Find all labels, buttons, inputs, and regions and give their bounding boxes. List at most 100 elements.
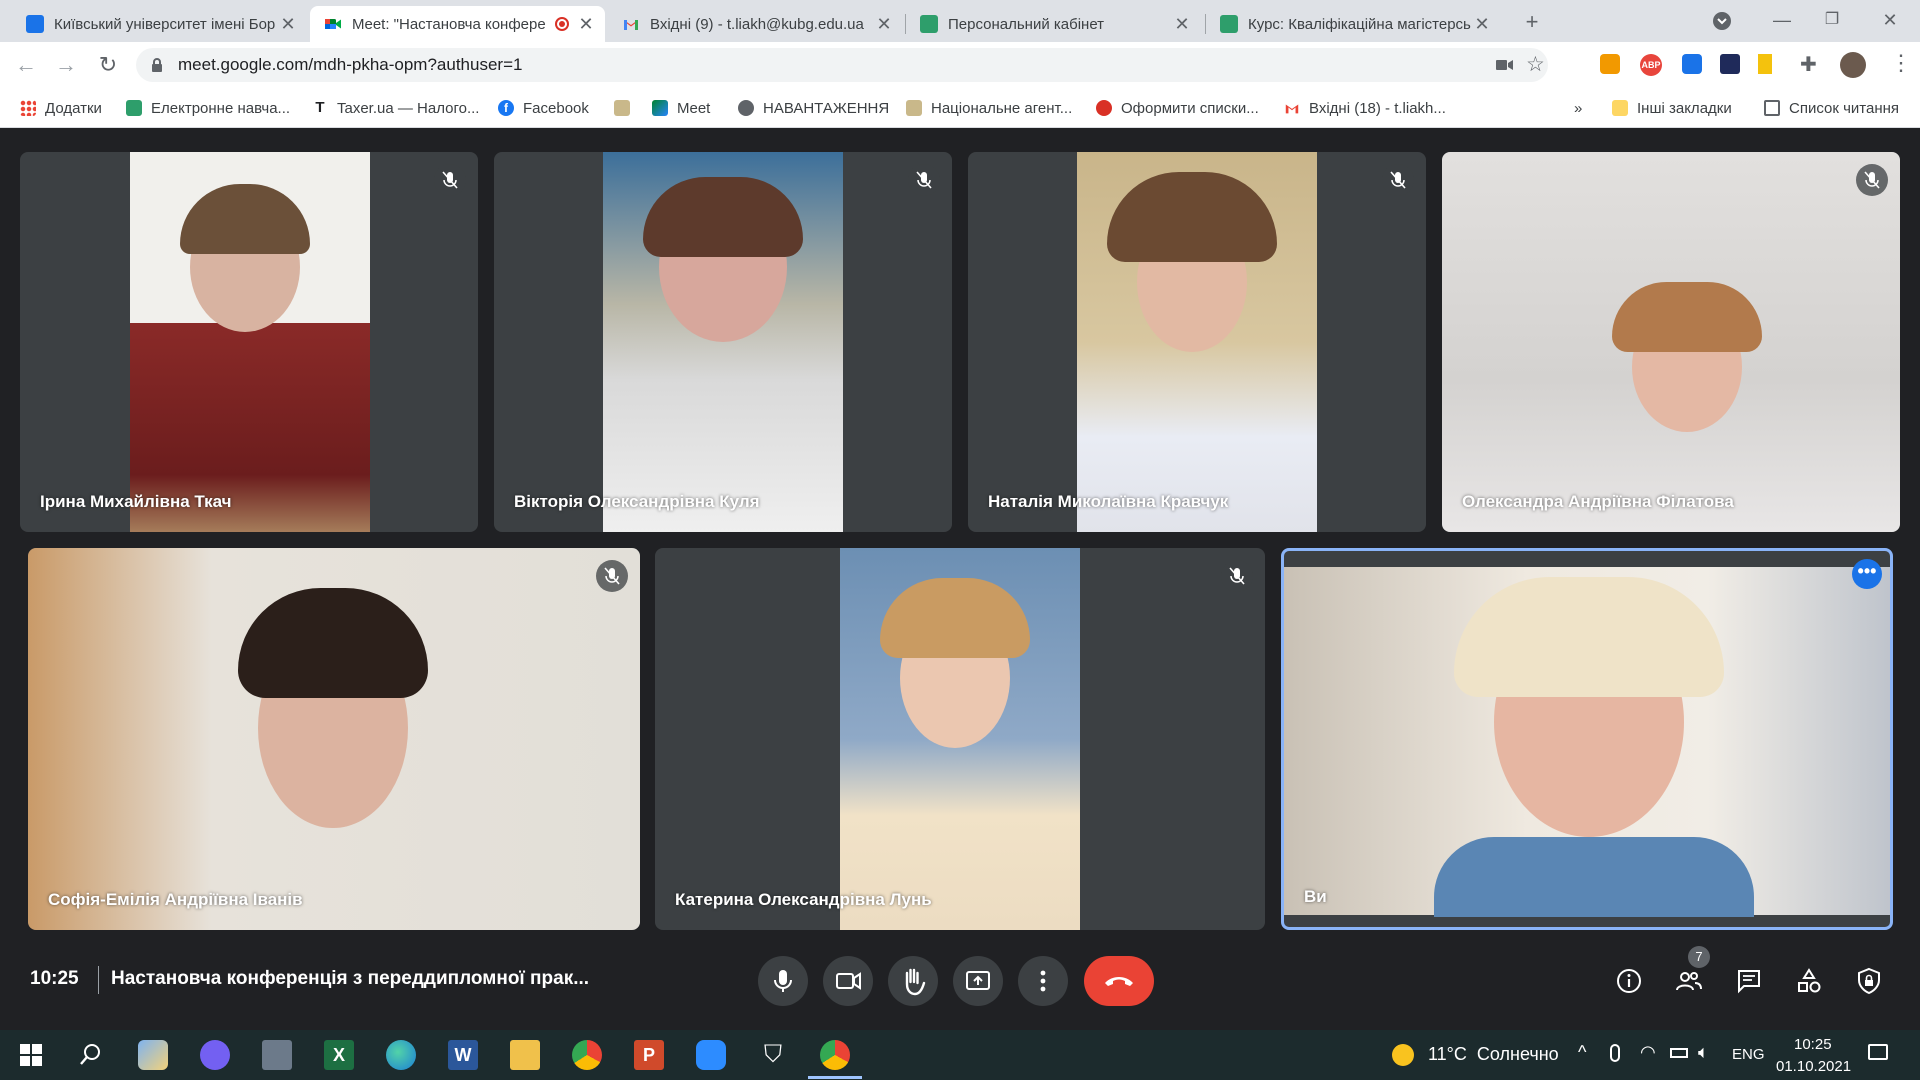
bookmark-gmail[interactable]: Вхідні (18) - t.liakh... bbox=[1284, 96, 1446, 120]
close-icon[interactable]: ✕ bbox=[1171, 14, 1193, 35]
tab-title: Київський університет імені Бор bbox=[54, 15, 276, 33]
extension-bookmark-icon[interactable] bbox=[1758, 54, 1772, 74]
more-options-icon[interactable]: ••• bbox=[1852, 559, 1882, 589]
extension-shield-icon[interactable] bbox=[1682, 54, 1702, 74]
raise-hand-button[interactable] bbox=[888, 956, 938, 1006]
clock-time[interactable]: 10:25 bbox=[1794, 1036, 1832, 1053]
meeting-time: 10:25 bbox=[30, 968, 79, 989]
star-icon[interactable]: ☆ bbox=[1526, 52, 1545, 77]
chat-button[interactable] bbox=[1734, 966, 1764, 996]
battery-icon[interactable] bbox=[1670, 1048, 1688, 1058]
leave-call-button[interactable] bbox=[1084, 956, 1154, 1006]
more-vert-icon[interactable]: ⋮ bbox=[1890, 50, 1912, 76]
microphone-tray-icon[interactable] bbox=[1610, 1044, 1620, 1062]
close-icon[interactable]: ✕ bbox=[575, 14, 597, 35]
close-icon[interactable]: ✕ bbox=[873, 14, 895, 35]
overflow-chevron: » bbox=[1574, 99, 1583, 117]
mic-button[interactable] bbox=[758, 956, 808, 1006]
tab-title: Персональний кабінет bbox=[948, 15, 1105, 33]
edge-icon[interactable] bbox=[386, 1040, 416, 1070]
tab-search-icon[interactable] bbox=[1710, 10, 1734, 34]
bookmark-other[interactable]: Інші закладки bbox=[1612, 96, 1732, 120]
address-bar[interactable]: meet.google.com/mdh-pkha-opm?authuser=1 … bbox=[136, 48, 1548, 82]
meeting-details-button[interactable] bbox=[1614, 966, 1644, 996]
camera-icon[interactable] bbox=[1496, 58, 1514, 77]
participant-tile[interactable]: Вікторія Олександрівна Куля bbox=[494, 152, 952, 532]
clock-date[interactable]: 01.10.2021 bbox=[1776, 1058, 1851, 1075]
bookmark-label: Вхідні (18) - t.liakh... bbox=[1309, 99, 1446, 117]
mic-icon bbox=[774, 970, 792, 992]
participant-tile[interactable]: Софія-Емілія Андріївна Іванів bbox=[28, 548, 640, 930]
bookmark-facebook[interactable]: f Facebook bbox=[498, 96, 589, 120]
participant-tile[interactable]: Катерина Олександрівна Лунь bbox=[655, 548, 1265, 930]
zoom-icon[interactable] bbox=[696, 1040, 726, 1070]
participant-tile[interactable]: Наталія Миколаївна Кравчук bbox=[968, 152, 1426, 532]
participant-tile[interactable]: Ірина Михайлівна Ткач bbox=[20, 152, 478, 532]
chevron-up-icon[interactable]: ^ bbox=[1578, 1042, 1586, 1063]
chrome-active-icon[interactable] bbox=[820, 1040, 850, 1070]
tab-cabinet[interactable]: Персональний кабінет ✕ bbox=[906, 6, 1201, 42]
file-explorer-icon[interactable] bbox=[510, 1040, 540, 1070]
new-tab-icon[interactable]: + bbox=[1520, 10, 1544, 34]
word-icon[interactable]: W bbox=[448, 1040, 478, 1070]
bookmark-taxer[interactable]: T Taxer.ua — Налого... bbox=[312, 96, 479, 120]
wifi-icon[interactable]: ◠ bbox=[1640, 1042, 1656, 1063]
chrome-icon[interactable] bbox=[572, 1040, 602, 1070]
back-icon[interactable]: ← bbox=[14, 53, 38, 77]
adblock-icon[interactable]: ABP bbox=[1640, 54, 1662, 76]
present-button[interactable] bbox=[953, 956, 1003, 1006]
windows-start-icon[interactable] bbox=[16, 1040, 46, 1070]
activities-button[interactable] bbox=[1794, 966, 1824, 996]
participant-video bbox=[28, 548, 640, 930]
meet-icon bbox=[652, 100, 668, 116]
viber-icon[interactable] bbox=[200, 1040, 230, 1070]
search-icon[interactable] bbox=[76, 1040, 106, 1070]
bookmark-elearning[interactable]: Електронне навча... bbox=[126, 96, 290, 120]
bookmarks-overflow[interactable]: » bbox=[1574, 96, 1582, 120]
tab-kubg[interactable]: Київський університет імені Бор ✕ bbox=[12, 6, 307, 42]
language-indicator[interactable]: ENG bbox=[1732, 1046, 1765, 1063]
bookmark-meet[interactable]: Meet bbox=[652, 96, 710, 120]
weather-text[interactable]: 11°C Солнечно bbox=[1428, 1044, 1559, 1065]
more-options-button[interactable] bbox=[1018, 956, 1068, 1006]
site-favicon-icon bbox=[1096, 100, 1112, 116]
avatar[interactable] bbox=[1840, 52, 1866, 78]
minimize-icon[interactable]: — bbox=[1770, 8, 1794, 32]
participant-video bbox=[1077, 152, 1317, 532]
excel-icon[interactable]: X bbox=[324, 1040, 354, 1070]
bookmark-lists[interactable]: Оформити списки... bbox=[1096, 96, 1259, 120]
host-controls-button[interactable] bbox=[1854, 966, 1884, 996]
close-icon[interactable]: ✕ bbox=[277, 14, 299, 35]
extension-key-icon[interactable] bbox=[1600, 54, 1620, 74]
bookmark-workload[interactable]: НАВАНТАЖЕННЯ bbox=[738, 96, 889, 120]
camera-button[interactable] bbox=[823, 956, 873, 1006]
bookmark-national-agency[interactable]: Національне агент... bbox=[906, 96, 1072, 120]
close-window-icon[interactable]: ✕ bbox=[1878, 8, 1902, 32]
hand-icon bbox=[905, 968, 926, 996]
mic-off-icon bbox=[1382, 164, 1414, 196]
tab-meet[interactable]: Meet: "Настановча конфере ✕ bbox=[310, 6, 605, 42]
reload-icon[interactable]: ↻ bbox=[96, 53, 120, 77]
extensions-puzzle-icon[interactable]: ✚ bbox=[1800, 52, 1817, 77]
powerpoint-icon[interactable]: P bbox=[634, 1040, 664, 1070]
bookmark-label: Національне агент... bbox=[931, 99, 1073, 117]
tab-gmail[interactable]: Вхідні (9) - t.liakh@kubg.edu.ua ✕ bbox=[608, 6, 903, 42]
self-tile[interactable]: ••• Ви bbox=[1281, 548, 1893, 930]
people-button[interactable]: 7 bbox=[1674, 946, 1710, 996]
bookmark-apps[interactable]: Додатки bbox=[20, 96, 102, 120]
bookmark-doc[interactable] bbox=[614, 96, 639, 120]
volume-icon[interactable]: 🔈︎ bbox=[1698, 1042, 1709, 1063]
maximize-icon[interactable]: ❐ bbox=[1820, 8, 1844, 32]
tab-course[interactable]: Курс: Кваліфікаційна магістерсь ✕ bbox=[1206, 6, 1501, 42]
calculator-icon[interactable] bbox=[262, 1040, 292, 1070]
shield-app-icon[interactable]: ⛉ bbox=[758, 1040, 788, 1070]
extension-icon[interactable] bbox=[1720, 54, 1740, 74]
participant-tile[interactable]: Олександра Андріївна Філатова bbox=[1442, 152, 1900, 532]
shield-lock-icon bbox=[1858, 967, 1880, 995]
paint-app-icon[interactable] bbox=[138, 1040, 168, 1070]
gmail-icon bbox=[622, 15, 640, 33]
reading-list[interactable]: Список читання bbox=[1764, 96, 1899, 120]
close-icon[interactable]: ✕ bbox=[1471, 14, 1493, 35]
forward-icon[interactable]: → bbox=[54, 53, 78, 77]
notifications-icon[interactable] bbox=[1868, 1044, 1888, 1060]
